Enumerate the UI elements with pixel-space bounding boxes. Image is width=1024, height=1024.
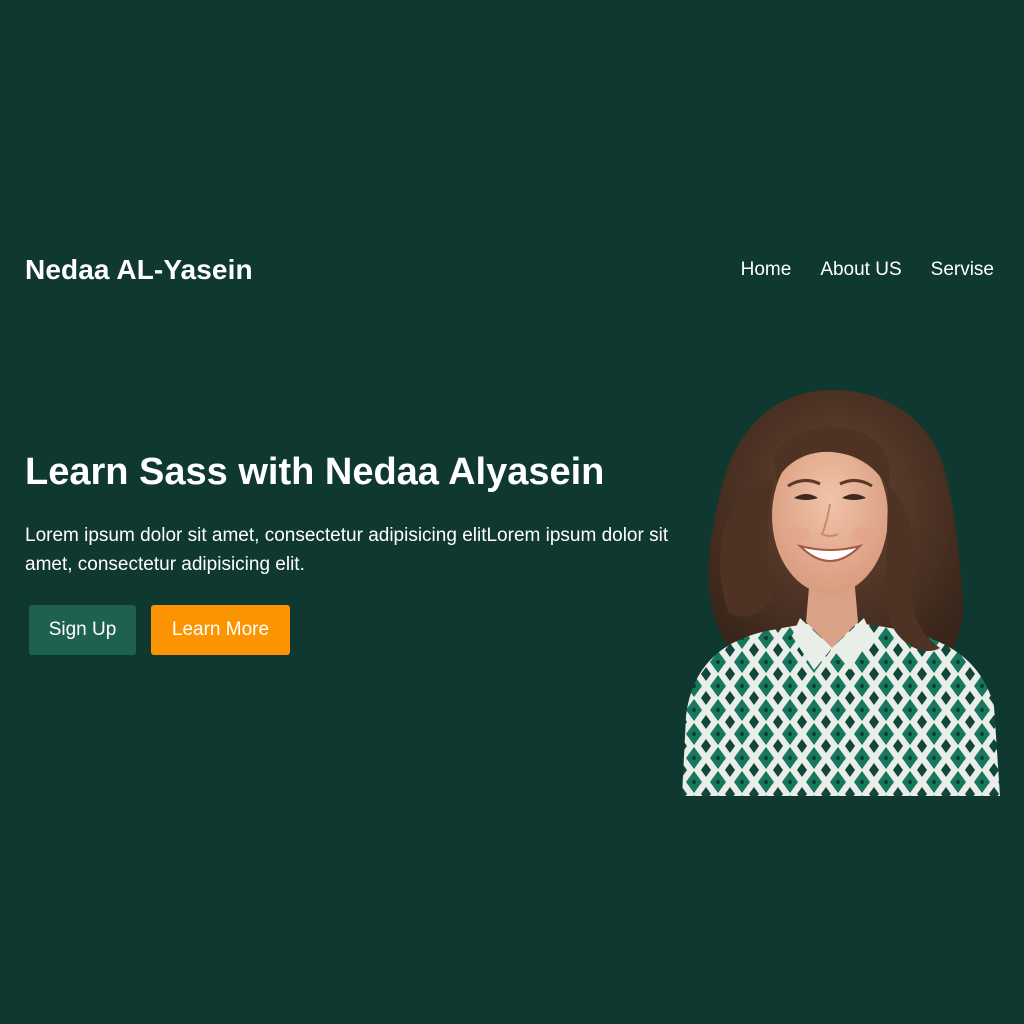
landing-page: Nedaa AL-Yasein Home About US Servise Le…	[0, 0, 1024, 1024]
hero-title: Learn Sass with Nedaa Alyasein	[25, 451, 605, 493]
nav-link-servise[interactable]: Servise	[931, 259, 994, 281]
navbar: Nedaa AL-Yasein Home About US Servise	[25, 248, 994, 292]
nav-link-home[interactable]: Home	[741, 259, 792, 281]
hero-buttons: Sign Up Learn More	[29, 605, 675, 655]
nav-links: Home About US Servise	[741, 259, 994, 281]
learn-more-button[interactable]: Learn More	[151, 605, 290, 655]
hero-description: Lorem ipsum dolor sit amet, consectetur …	[25, 525, 669, 575]
nav-link-about-us[interactable]: About US	[820, 259, 901, 281]
brand-name[interactable]: Nedaa AL-Yasein	[25, 254, 253, 286]
hero-section: Learn Sass with Nedaa Alyasein Lorem ips…	[25, 448, 675, 655]
sign-up-button[interactable]: Sign Up	[29, 605, 136, 655]
hero-portrait-image	[682, 386, 1000, 796]
